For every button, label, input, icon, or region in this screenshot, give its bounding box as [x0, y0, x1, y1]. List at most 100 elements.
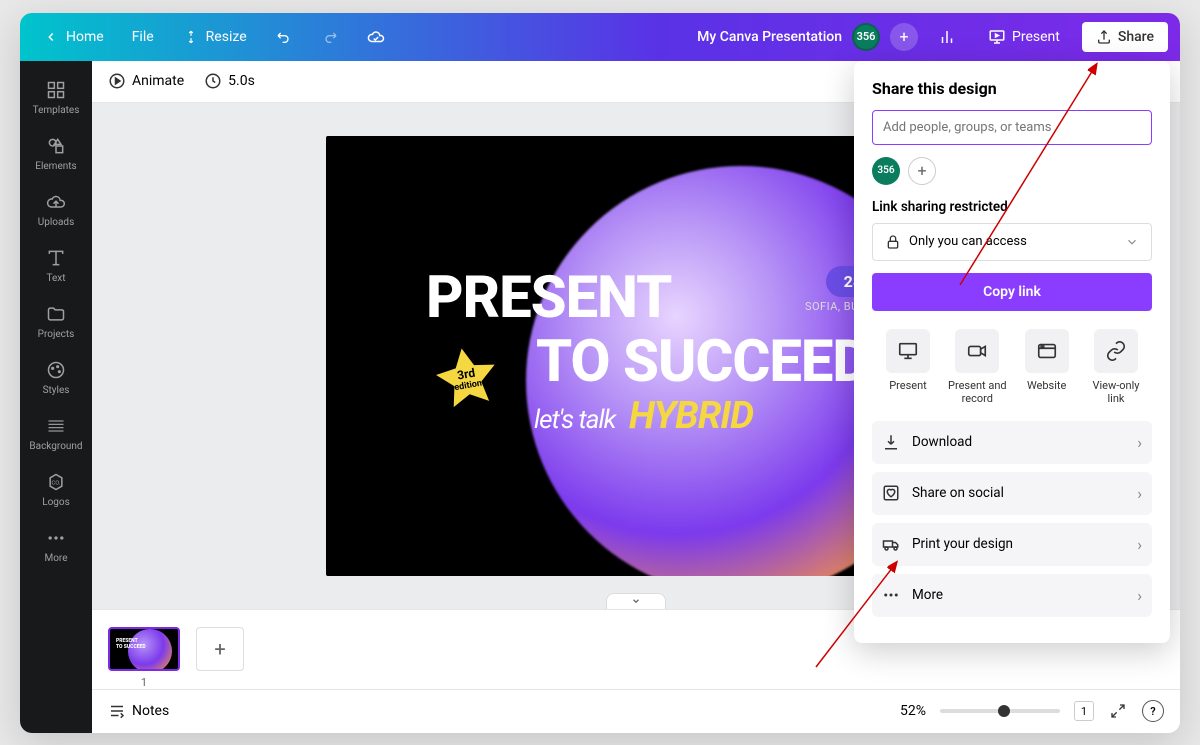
- sidebar-item-styles[interactable]: Styles: [20, 349, 92, 405]
- share-row-download[interactable]: Download ›: [872, 421, 1152, 464]
- redo-icon: [321, 28, 339, 46]
- share-label: Share: [1118, 29, 1154, 45]
- text-icon: [44, 246, 68, 270]
- row-label: Print your design: [912, 536, 1013, 552]
- notes-label: Notes: [132, 703, 169, 719]
- avatar[interactable]: 356: [852, 23, 880, 51]
- uploads-icon: [44, 190, 68, 214]
- notes-button[interactable]: Notes: [108, 702, 169, 720]
- slide-heading-1: PRESENT: [426, 264, 671, 332]
- sidebar-label: More: [44, 553, 67, 564]
- present-button[interactable]: Present: [976, 21, 1072, 53]
- animate-icon: [108, 72, 126, 90]
- share-action-present[interactable]: Present: [876, 329, 940, 405]
- document-title[interactable]: My Canva Presentation: [697, 29, 842, 45]
- fullscreen-button[interactable]: [1108, 701, 1128, 721]
- sidebar-label: Styles: [43, 385, 70, 396]
- present-label: Present: [1012, 29, 1060, 45]
- action-label: Present: [889, 379, 927, 392]
- add-member-button[interactable]: +: [890, 23, 918, 51]
- row-label: Download: [912, 434, 972, 450]
- chevron-right-icon: ›: [1137, 535, 1142, 554]
- sidebar-item-text[interactable]: Text: [20, 237, 92, 293]
- action-label: View-only link: [1084, 379, 1148, 405]
- notes-icon: [108, 702, 126, 720]
- download-icon: [882, 433, 900, 451]
- share-avatar[interactable]: 356: [872, 157, 900, 185]
- home-button[interactable]: Home: [32, 22, 114, 52]
- present-action-icon: [886, 329, 930, 373]
- upload-icon: [1096, 29, 1112, 45]
- website-action-icon: [1025, 329, 1069, 373]
- sidebar-item-projects[interactable]: Projects: [20, 293, 92, 349]
- cloud-status[interactable]: [357, 22, 395, 52]
- slide-heading-2: TO SUCCEED: [536, 328, 869, 396]
- zoom-value: 52%: [900, 703, 926, 719]
- sidebar-label: Elements: [35, 161, 76, 172]
- slide-tagline: let's talk HYBRID: [534, 394, 753, 438]
- share-row-more[interactable]: More ›: [872, 574, 1152, 617]
- animate-button[interactable]: Animate: [108, 72, 184, 90]
- row-label: Share on social: [912, 485, 1004, 501]
- share-button[interactable]: Share: [1082, 22, 1168, 52]
- share-action-record[interactable]: Present and record: [945, 329, 1009, 405]
- action-label: Website: [1027, 379, 1066, 392]
- sidebar-item-background[interactable]: Background: [20, 405, 92, 461]
- file-label: File: [132, 29, 154, 45]
- sidebar-item-elements[interactable]: Elements: [20, 125, 92, 181]
- background-icon: [44, 414, 68, 438]
- templates-icon: [44, 78, 68, 102]
- clock-icon: [204, 72, 222, 90]
- animate-label: Animate: [132, 73, 184, 89]
- truck-icon: [882, 535, 900, 553]
- slide[interactable]: PRESENT TO SUCCEED let's talk HYBRID 28 …: [326, 136, 946, 576]
- chevron-right-icon: ›: [1137, 484, 1142, 503]
- sidebar-label: Templates: [33, 105, 80, 116]
- zoom-slider[interactable]: [940, 709, 1060, 713]
- sidebar-item-more[interactable]: More: [20, 517, 92, 573]
- app-window: Home File Resize My Canva Presentation 3…: [20, 13, 1180, 733]
- left-sidebar: Templates Elements Uploads Text Projects…: [20, 61, 92, 733]
- add-page-button[interactable]: +: [196, 627, 244, 671]
- sidebar-label: Logos: [42, 497, 70, 508]
- palette-icon: [44, 358, 68, 382]
- chart-icon: [938, 28, 956, 46]
- sidebar-label: Projects: [38, 329, 75, 340]
- file-menu[interactable]: File: [122, 23, 164, 51]
- help-button[interactable]: ?: [1142, 700, 1164, 722]
- collapse-toggle[interactable]: [606, 593, 666, 609]
- duration-label: 5.0s: [228, 73, 255, 89]
- record-action-icon: [955, 329, 999, 373]
- redo-button[interactable]: [311, 22, 349, 52]
- share-row-print[interactable]: Print your design ›: [872, 523, 1152, 566]
- sidebar-label: Uploads: [38, 217, 74, 228]
- duration-button[interactable]: 5.0s: [204, 72, 255, 90]
- lets-talk-text: let's talk: [534, 405, 615, 435]
- sidebar-item-logos[interactable]: CO.Logos: [20, 461, 92, 517]
- sidebar-item-templates[interactable]: Templates: [20, 69, 92, 125]
- heart-icon: [882, 484, 900, 502]
- thumb-text-2: TO SUCCEED: [116, 644, 146, 650]
- sidebar-label: Text: [46, 273, 65, 284]
- annotation-arrow-2: [810, 553, 910, 673]
- chevron-right-icon: ›: [1137, 433, 1142, 452]
- page-thumbnail-1[interactable]: PRESENTTO SUCCEED: [108, 627, 180, 671]
- resize-icon: [182, 28, 200, 46]
- share-add-person[interactable]: +: [908, 157, 936, 185]
- cloud-check-icon: [367, 28, 385, 46]
- page-count-button[interactable]: 1: [1074, 701, 1094, 721]
- more-icon: [44, 526, 68, 550]
- footer-bar: Notes 52% 1 ?: [92, 689, 1180, 733]
- share-row-social[interactable]: Share on social ›: [872, 472, 1152, 515]
- page-number: 1: [141, 676, 147, 689]
- action-label: Present and record: [945, 379, 1009, 405]
- sidebar-item-uploads[interactable]: Uploads: [20, 181, 92, 237]
- analytics-button[interactable]: [928, 22, 966, 52]
- elements-icon: [44, 134, 68, 158]
- chevron-down-icon: [1125, 235, 1139, 249]
- share-action-viewonly[interactable]: View-only link: [1084, 329, 1148, 405]
- share-action-website[interactable]: Website: [1015, 329, 1079, 405]
- sidebar-label: Background: [29, 441, 82, 452]
- undo-button[interactable]: [265, 22, 303, 52]
- resize-button[interactable]: Resize: [172, 22, 257, 52]
